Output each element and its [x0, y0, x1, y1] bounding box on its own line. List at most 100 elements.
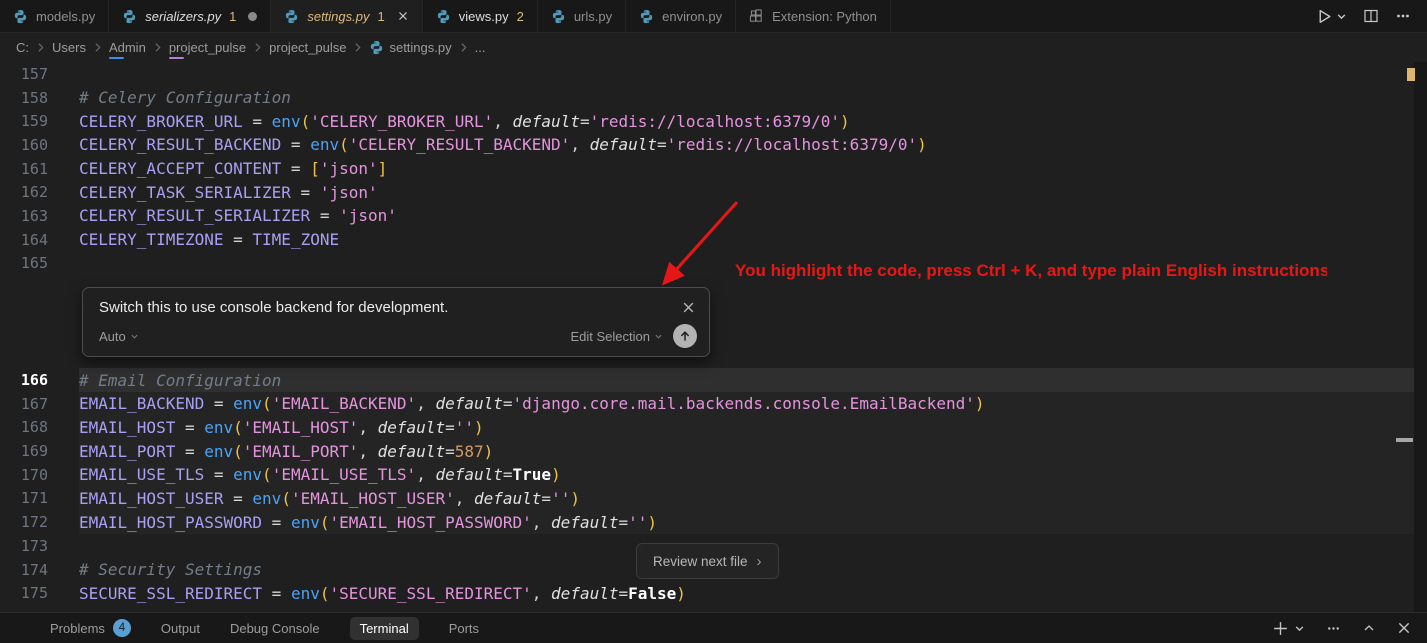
chevron-right-icon — [35, 42, 46, 53]
tab-environ-py[interactable]: environ.py — [626, 0, 736, 32]
tab-extension-python[interactable]: Extension: Python — [736, 0, 891, 32]
line-number[interactable]: 172 — [0, 513, 48, 531]
code-text[interactable]: EMAIL_PORT = env('EMAIL_PORT', default=5… — [79, 439, 1427, 463]
panel-tab-debug-console[interactable]: Debug Console — [230, 621, 320, 636]
code-text[interactable]: CELERY_BROKER_URL = env('CELERY_BROKER_U… — [79, 109, 1427, 133]
code-text[interactable]: EMAIL_HOST_PASSWORD = env('EMAIL_HOST_PA… — [79, 510, 1427, 534]
tab-serializers-py[interactable]: serializers.py1 — [109, 0, 271, 32]
code-text[interactable]: SECURE_SSL_REDIRECT = env('SECURE_SSL_RE… — [79, 581, 1427, 605]
close-tab-icon[interactable] — [397, 10, 409, 22]
code-text[interactable]: EMAIL_HOST = env('EMAIL_HOST', default='… — [79, 416, 1427, 440]
line-number[interactable]: 166 — [0, 371, 48, 389]
line-number[interactable]: 171 — [0, 489, 48, 507]
breadcrumb-problem-mark — [169, 57, 184, 60]
submit-button[interactable] — [673, 324, 697, 348]
code-text[interactable] — [79, 62, 1427, 86]
new-terminal-button[interactable] — [1272, 620, 1305, 637]
edit-selection-dropdown[interactable]: Edit Selection — [571, 329, 664, 344]
token-plain: , — [532, 513, 551, 532]
code-text[interactable]: EMAIL_BACKEND = env('EMAIL_BACKEND', def… — [79, 392, 1427, 416]
mode-dropdown[interactable]: Auto — [99, 329, 139, 344]
token-bool: True — [513, 465, 552, 484]
code-text[interactable]: CELERY_TIMEZONE = TIME_ZONE — [79, 228, 1427, 252]
run-icon — [1316, 8, 1333, 25]
code-line-172: 172 EMAIL_HOST_PASSWORD = env('EMAIL_HOST… — [0, 510, 1427, 534]
line-number[interactable]: 173 — [0, 537, 48, 555]
panel-tab-terminal[interactable]: Terminal — [350, 617, 419, 640]
inline-chat-zone: Switch this to use console backend for d… — [0, 275, 1427, 368]
token-kw: default — [474, 489, 541, 508]
code-line-169: 169 EMAIL_PORT = env('EMAIL_PORT', defaul… — [0, 439, 1427, 463]
more-actions-button[interactable] — [1395, 8, 1411, 24]
panel-tab-output[interactable]: Output — [161, 621, 200, 636]
token-plain: , — [416, 465, 435, 484]
code-text[interactable]: CELERY_TASK_SERIALIZER = 'json' — [79, 180, 1427, 204]
review-next-file-button[interactable]: Review next file › — [636, 543, 779, 579]
mode-label: Auto — [99, 329, 126, 344]
token-var: EMAIL_USE_TLS — [79, 465, 204, 484]
close-icon[interactable] — [680, 299, 697, 316]
breadcrumb-item-project-pulse[interactable]: project_pulse — [167, 40, 248, 55]
breadcrumb-item-admin[interactable]: Admin — [107, 40, 148, 55]
code-text[interactable]: CELERY_RESULT_BACKEND = env('CELERY_RESU… — [79, 133, 1427, 157]
split-editor-button[interactable] — [1363, 8, 1379, 24]
line-number[interactable]: 163 — [0, 207, 48, 225]
line-number[interactable]: 165 — [0, 254, 48, 272]
breadcrumb-label: C: — [16, 40, 29, 55]
code-line-171: 171 EMAIL_HOST_USER = env('EMAIL_HOST_USE… — [0, 487, 1427, 511]
line-number[interactable]: 175 — [0, 584, 48, 602]
line-number[interactable]: 170 — [0, 466, 48, 484]
line-number[interactable]: 157 — [0, 65, 48, 83]
tab-models-py[interactable]: models.py — [0, 0, 109, 32]
panel-tab-problems[interactable]: Problems4 — [50, 619, 131, 637]
breadcrumb-item-settings-py[interactable]: settings.py — [367, 40, 453, 55]
line-number[interactable]: 159 — [0, 112, 48, 130]
run-button[interactable] — [1316, 8, 1347, 25]
breadcrumb-item-project-pulse[interactable]: project_pulse — [267, 40, 348, 55]
tab-urls-py[interactable]: urls.py — [538, 0, 626, 32]
code-text[interactable]: EMAIL_HOST_USER = env('EMAIL_HOST_USER',… — [79, 487, 1427, 511]
panel-more-button[interactable] — [1326, 621, 1341, 636]
panel-tab-ports[interactable]: Ports — [449, 621, 479, 636]
tab-views-py[interactable]: views.py2 — [423, 0, 538, 32]
token-kw: default — [551, 513, 618, 532]
scrollbar-track[interactable] — [1414, 62, 1427, 612]
extension-icon — [749, 9, 764, 24]
breadcrumb-item--[interactable]: ... — [473, 40, 488, 55]
token-paren: ( — [262, 394, 272, 413]
inline-chat-widget: Switch this to use console backend for d… — [82, 287, 710, 357]
line-number[interactable]: 169 — [0, 442, 48, 460]
code-text[interactable]: # Celery Configuration — [79, 86, 1427, 110]
line-number[interactable]: 160 — [0, 136, 48, 154]
line-number[interactable]: 174 — [0, 561, 48, 579]
tab-label: settings.py — [307, 9, 369, 24]
line-number[interactable]: 164 — [0, 231, 48, 249]
code-line-167: 167 EMAIL_BACKEND = env('EMAIL_BACKEND', … — [0, 392, 1427, 416]
line-number[interactable]: 168 — [0, 418, 48, 436]
close-panel-button[interactable] — [1397, 621, 1411, 635]
token-str: '' — [551, 489, 570, 508]
line-number[interactable]: 158 — [0, 89, 48, 107]
code-text[interactable]: CELERY_ACCEPT_CONTENT = ['json'] — [79, 157, 1427, 181]
token-plain: = — [580, 112, 590, 131]
code-text[interactable]: CELERY_RESULT_SERIALIZER = 'json' — [79, 204, 1427, 228]
token-paren: ) — [676, 584, 686, 603]
line-number[interactable]: 162 — [0, 183, 48, 201]
token-num: 587 — [455, 442, 484, 461]
token-comment: # Celery Configuration — [79, 88, 291, 107]
tab-settings-py[interactable]: settings.py1 — [271, 0, 422, 32]
line-number[interactable]: 167 — [0, 395, 48, 413]
breadcrumb-item-c-[interactable]: C: — [14, 40, 31, 55]
tab-label: environ.py — [662, 9, 722, 24]
token-fn: env — [204, 442, 233, 461]
inline-chat-input[interactable]: Switch this to use console backend for d… — [99, 299, 448, 316]
breadcrumb-item-users[interactable]: Users — [50, 40, 88, 55]
code-text[interactable]: EMAIL_USE_TLS = env('EMAIL_USE_TLS', def… — [79, 463, 1427, 487]
code-text[interactable]: # Email Configuration — [79, 368, 1427, 392]
token-plain: = — [310, 206, 339, 225]
code-line-166: 166 # Email Configuration — [0, 368, 1427, 392]
line-number[interactable]: 161 — [0, 160, 48, 178]
tab-bar: models.pyserializers.py1settings.py1view… — [0, 0, 1427, 33]
maximize-panel-button[interactable] — [1362, 621, 1376, 635]
python-icon — [122, 9, 137, 24]
